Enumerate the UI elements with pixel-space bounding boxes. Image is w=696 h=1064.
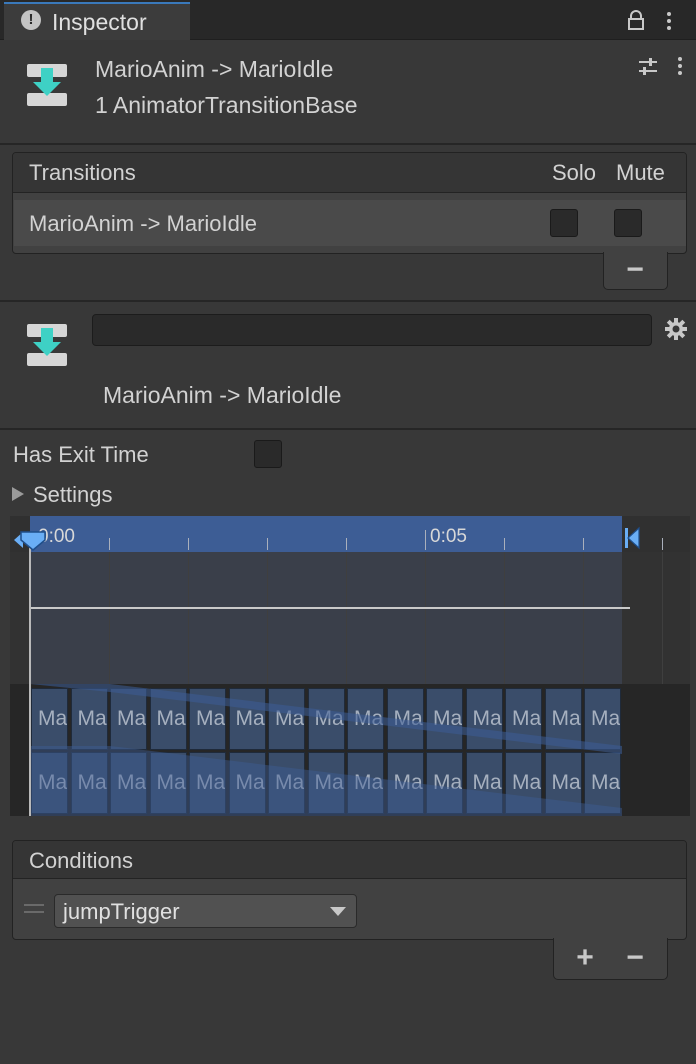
grid-line bbox=[346, 552, 347, 684]
remove-transition-button[interactable]: − bbox=[618, 255, 652, 285]
settings-foldout-label[interactable]: Settings bbox=[33, 482, 113, 508]
transitions-header-label: Transitions bbox=[29, 160, 136, 185]
divider bbox=[0, 300, 696, 302]
header-kebab-icon[interactable] bbox=[677, 57, 683, 78]
has-exit-time-checkbox[interactable] bbox=[254, 440, 282, 468]
divider bbox=[0, 428, 696, 430]
info-icon: ! bbox=[21, 10, 41, 30]
gear-icon[interactable] bbox=[665, 318, 687, 340]
mute-column-label: Mute bbox=[616, 160, 665, 185]
has-exit-time-label: Has Exit Time bbox=[13, 442, 149, 467]
transition-end-marker-icon[interactable] bbox=[623, 526, 641, 550]
ruler-tick bbox=[109, 538, 110, 550]
transition-icon bbox=[27, 64, 67, 106]
timeline-playhead[interactable] bbox=[29, 548, 31, 816]
divider bbox=[0, 143, 696, 145]
header-title: MarioAnim -> MarioIdle bbox=[95, 56, 334, 82]
ruler-label-mid: 0:05 bbox=[430, 526, 467, 547]
timeline-ruler-selection bbox=[30, 516, 622, 552]
ruler-tick bbox=[583, 538, 584, 550]
solo-toggle[interactable] bbox=[550, 209, 578, 237]
solo-column-label: Solo bbox=[552, 160, 597, 185]
kebab-menu-icon[interactable] bbox=[666, 12, 672, 33]
timeline-transition-region bbox=[30, 552, 622, 684]
preset-settings-icon[interactable] bbox=[637, 56, 659, 78]
ruler-tick bbox=[267, 538, 268, 550]
tab-title: Inspector bbox=[52, 9, 147, 35]
mute-toggle[interactable] bbox=[614, 209, 642, 237]
header-subtitle: 1 AnimatorTransitionBase bbox=[95, 92, 358, 118]
chevron-down-icon bbox=[330, 907, 346, 916]
remove-condition-button[interactable]: − bbox=[618, 943, 652, 973]
conditions-header-label: Conditions bbox=[29, 848, 133, 873]
grid-line bbox=[188, 552, 189, 684]
grid-line bbox=[109, 552, 110, 684]
transition-name-input[interactable] bbox=[92, 314, 652, 346]
transition-blend-overlay bbox=[30, 684, 622, 816]
ruler-tick bbox=[504, 538, 505, 550]
lock-icon[interactable] bbox=[627, 10, 645, 30]
settings-foldout-arrow-icon[interactable] bbox=[11, 486, 25, 502]
transition-row-label: MarioAnim -> MarioIdle bbox=[29, 211, 258, 236]
condition-parameter-dropdown[interactable]: jumpTrigger bbox=[54, 894, 357, 928]
transition-weight-curve bbox=[30, 607, 630, 609]
grid-line bbox=[504, 552, 505, 684]
drag-handle-icon[interactable] bbox=[24, 904, 44, 918]
transition-start-marker-icon[interactable] bbox=[13, 528, 47, 552]
ruler-tick bbox=[188, 538, 189, 550]
ruler-tick bbox=[425, 530, 426, 550]
condition-parameter-value: jumpTrigger bbox=[63, 899, 180, 924]
grid-line bbox=[583, 552, 584, 684]
grid-line bbox=[662, 552, 663, 684]
transition-detail-icon bbox=[27, 324, 67, 366]
ruler-tick bbox=[346, 538, 347, 550]
grid-line bbox=[425, 552, 426, 684]
add-condition-button[interactable]: + bbox=[568, 943, 602, 973]
grid-line bbox=[267, 552, 268, 684]
ruler-tick bbox=[662, 538, 663, 550]
transition-detail-label: MarioAnim -> MarioIdle bbox=[103, 382, 342, 408]
